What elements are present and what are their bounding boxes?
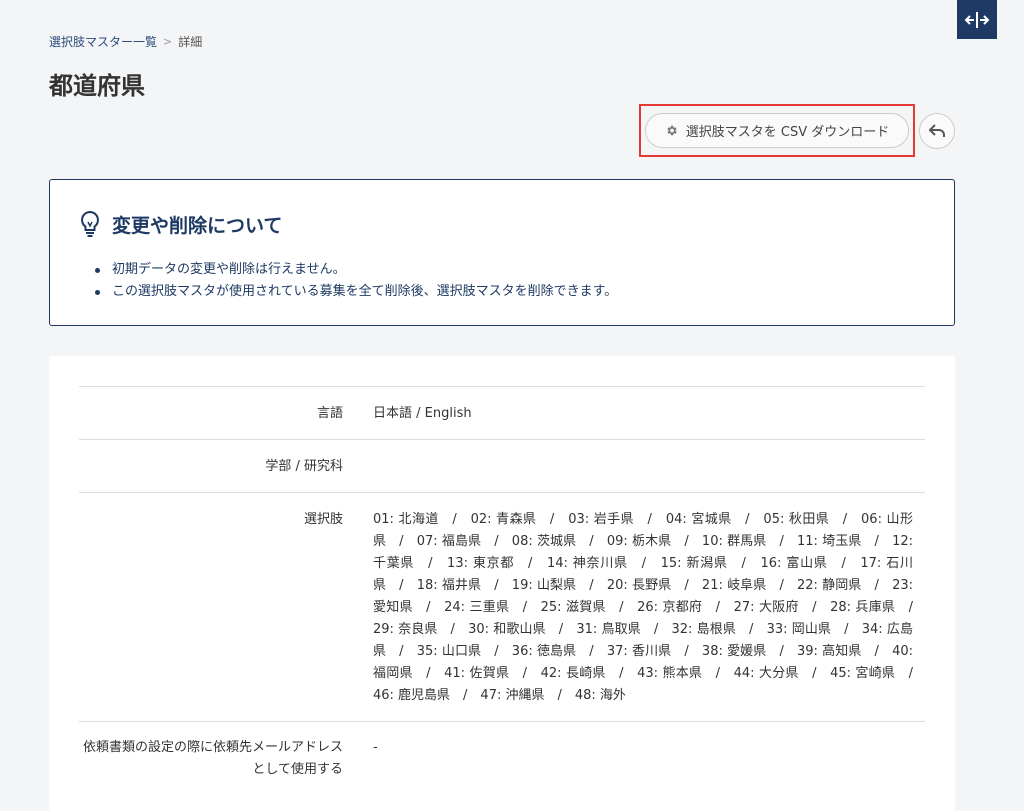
page-title: 都道府県	[49, 72, 145, 100]
expand-arrows-icon	[964, 11, 990, 28]
detail-label: 依頼書類の設定の際に依頼先メールアドレスとして使用する	[82, 740, 343, 777]
breadcrumb: 選択肢マスター一覧 > 詳細	[49, 33, 202, 50]
detail-card: 言語 日本語 / English 学部 / 研究科 選択肢 01: 北海道 / …	[49, 356, 955, 811]
breadcrumb-current: 詳細	[178, 35, 203, 49]
gear-icon	[667, 125, 677, 136]
detail-row-email-usage: 依頼書類の設定の際に依頼先メールアドレスとして使用する -	[79, 721, 925, 811]
notice-list: 初期データの変更や削除は行えません。 この選択肢マスタが使用されている募集を全て…	[94, 259, 617, 303]
back-button[interactable]	[919, 113, 955, 149]
detail-row-faculty: 学部 / 研究科	[79, 439, 925, 492]
breadcrumb-link-choice-master-list[interactable]: 選択肢マスター一覧	[49, 33, 157, 50]
detail-value: -	[373, 740, 378, 755]
notice-item: この選択肢マスタが使用されている募集を全て削除後、選択肢マスタを削除できます。	[94, 281, 617, 303]
detail-label: 選択肢	[303, 512, 343, 527]
detail-row-language: 言語 日本語 / English	[79, 386, 925, 439]
reply-arrow-icon	[929, 124, 945, 137]
notice-title: 変更や削除について	[112, 214, 283, 237]
csv-download-label: 選択肢マスタを CSV ダウンロード	[685, 125, 890, 140]
notice-panel: 変更や削除について 初期データの変更や削除は行えません。 この選択肢マスタが使用…	[49, 179, 955, 326]
breadcrumb-separator: >	[163, 35, 173, 48]
lightbulb-icon	[81, 210, 99, 237]
detail-label: 学部 / 研究科	[265, 459, 343, 474]
detail-label: 言語	[316, 406, 343, 421]
detail-row-choices: 選択肢 01: 北海道 / 02: 青森県 / 03: 岩手県 / 04: 宮城…	[79, 492, 927, 721]
detail-value: 日本語 / English	[373, 406, 472, 421]
notice-item: 初期データの変更や削除は行えません。	[94, 259, 617, 281]
expand-toggle-button[interactable]	[957, 0, 997, 39]
notice-header: 変更や削除について	[80, 210, 282, 238]
detail-value-choices: 01: 北海道 / 02: 青森県 / 03: 岩手県 / 04: 宮城県 / …	[373, 512, 927, 703]
csv-download-button[interactable]: 選択肢マスタを CSV ダウンロード	[645, 113, 909, 148]
